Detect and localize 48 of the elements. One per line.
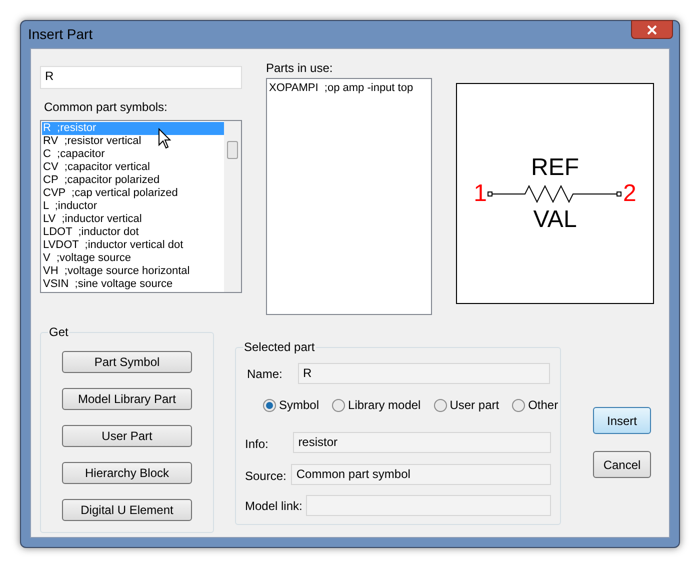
list-item[interactable]: XOPAMPI ;op amp -input top: [269, 81, 429, 95]
pin-label: 2: [623, 180, 636, 206]
close-button[interactable]: [631, 20, 673, 39]
name-field[interactable]: R: [298, 363, 550, 384]
list-item[interactable]: CV ;capacitor vertical: [42, 161, 224, 174]
radio-option[interactable]: Other: [512, 396, 558, 414]
list-label: Parts in use:: [266, 61, 334, 75]
val-label: VAL: [533, 206, 577, 232]
list-label: Common part symbols:: [44, 100, 168, 114]
list-item[interactable]: CVP ;cap vertical polarized: [42, 187, 224, 200]
close-icon: [647, 24, 657, 34]
get-button[interactable]: Model Library Part: [62, 388, 192, 410]
get-button[interactable]: User Part: [62, 425, 192, 447]
get-button[interactable]: Hierarchy Block: [62, 462, 192, 484]
pin-label: 1: [474, 180, 487, 206]
list-item[interactable]: LDOT ;inductor dot: [42, 226, 224, 239]
radio-option[interactable]: Symbol: [263, 396, 320, 414]
field-label: Source:: [245, 468, 288, 485]
list-item[interactable]: RV ;resistor vertical: [42, 135, 224, 148]
source-field[interactable]: Common part symbol: [291, 464, 551, 484]
ref-label: REF: [531, 154, 579, 180]
parts-in-use-list[interactable]: XOPAMPI ;op amp -input top: [266, 78, 432, 315]
list-item[interactable]: LV ;inductor vertical: [42, 213, 224, 226]
info-field[interactable]: resistor: [293, 432, 551, 452]
list-item[interactable]: VH ;voltage source horizontal: [42, 265, 224, 278]
get-button[interactable]: Digital U Element: [62, 499, 192, 521]
cursor-icon: [158, 128, 172, 149]
list-item[interactable]: L ;inductor: [42, 200, 224, 213]
scrollbar[interactable]: [224, 121, 241, 292]
radio-option[interactable]: Library model: [332, 396, 421, 414]
field-label: Info:: [245, 436, 270, 453]
group-title: Get: [48, 325, 70, 339]
common-parts-list[interactable]: [40, 120, 242, 293]
dialog-button[interactable]: Insert: [593, 407, 651, 434]
list-item[interactable]: CP ;capacitor polarized: [42, 174, 224, 187]
radio-option[interactable]: User part: [434, 396, 500, 414]
list-item[interactable]: LVDOT ;inductor vertical dot: [42, 239, 224, 252]
field-label: Name:: [247, 366, 284, 382]
list-item[interactable]: VSIN ;sine voltage source: [42, 278, 224, 291]
field-label: Model link:: [245, 498, 304, 514]
list-item[interactable]: C ;capacitor: [42, 148, 224, 161]
get-button[interactable]: Part Symbol: [62, 351, 192, 373]
model-link-field[interactable]: [306, 495, 551, 516]
window-title: Insert Part: [28, 25, 93, 44]
search-field[interactable]: R: [40, 66, 242, 89]
dialog-button[interactable]: Cancel: [593, 451, 651, 478]
list-item[interactable]: V ;voltage source: [42, 252, 224, 265]
group-title: Selected part: [243, 340, 316, 354]
